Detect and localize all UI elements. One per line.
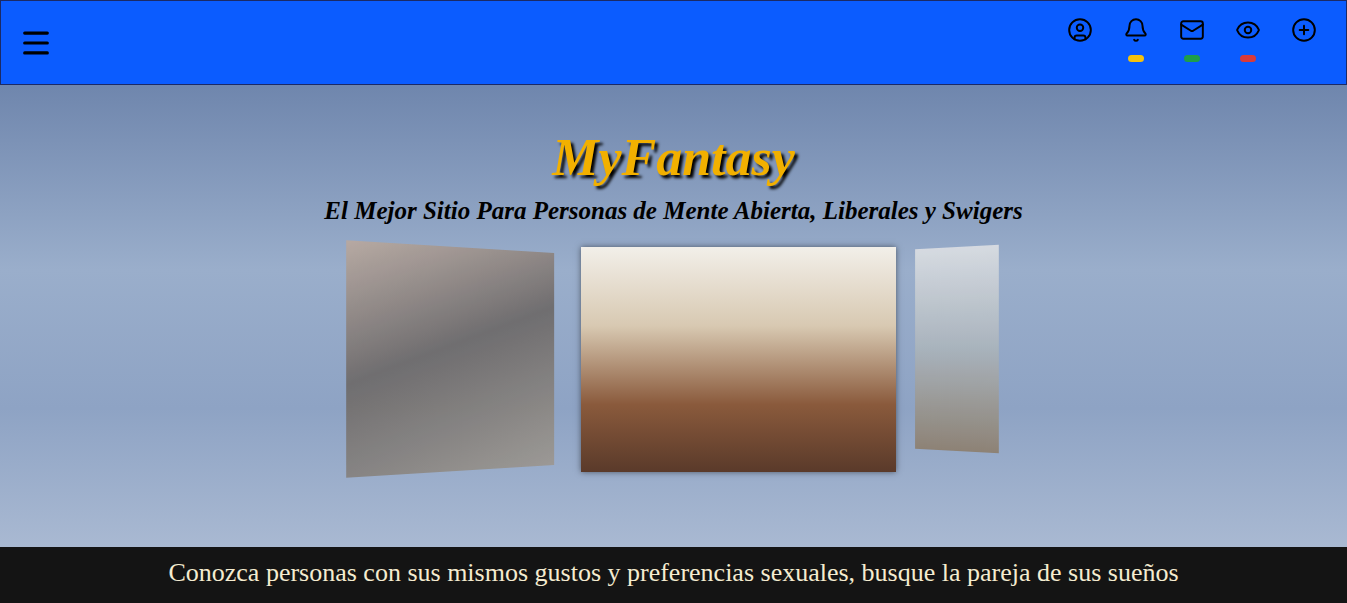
- nav-button[interactable]: [1066, 17, 1094, 62]
- carousel-slide[interactable]: [346, 240, 554, 477]
- site-subtitle: El Mejor Sitio Para Personas de Mente Ab…: [324, 195, 1022, 227]
- indicator-dot: [1128, 55, 1144, 62]
- carousel-slide[interactable]: [581, 247, 896, 472]
- nav-button[interactable]: [1178, 17, 1206, 62]
- mail-icon: [1179, 17, 1205, 43]
- carousel-slide[interactable]: [915, 245, 999, 454]
- user-icon: [1067, 17, 1093, 43]
- banner: Conozca personas con sus mismos gustos y…: [0, 547, 1347, 603]
- top-bar: [0, 0, 1347, 85]
- page: MyFantasy El Mejor Sitio Para Personas de…: [0, 0, 1347, 603]
- nav-button[interactable]: [1290, 17, 1318, 62]
- indicator-dot: [1240, 55, 1256, 62]
- indicator-dot: [1184, 55, 1200, 62]
- bell-icon: [1123, 17, 1149, 43]
- eye-icon: [1235, 17, 1261, 43]
- site-title: MyFantasy: [552, 127, 795, 189]
- menu-button[interactable]: [15, 22, 57, 64]
- hamburger-icon: [19, 26, 53, 60]
- hero: MyFantasy El Mejor Sitio Para Personas de…: [0, 85, 1347, 547]
- nav-button[interactable]: [1122, 17, 1150, 62]
- carousel[interactable]: [347, 247, 1000, 472]
- nav-icons: [1066, 1, 1318, 62]
- banner-text: Conozca personas con sus mismos gustos y…: [168, 557, 1178, 603]
- nav-button[interactable]: [1234, 17, 1262, 62]
- plus-icon: [1291, 17, 1317, 43]
